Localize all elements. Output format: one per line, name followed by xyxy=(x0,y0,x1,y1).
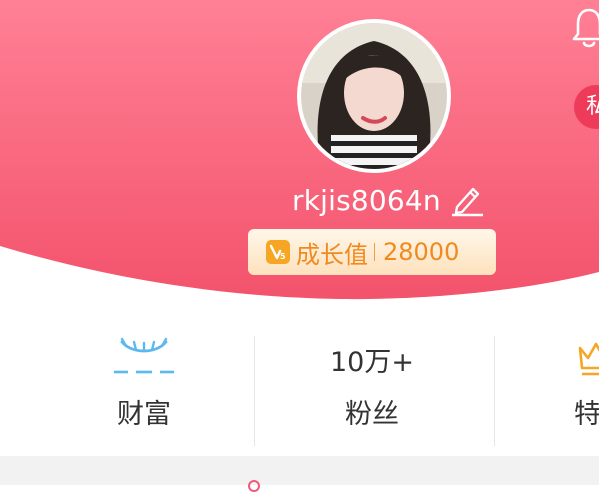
growth-value-badge[interactable]: 5 成长值 28000 xyxy=(248,229,496,275)
stat-divider xyxy=(494,336,495,446)
growth-separator xyxy=(374,243,375,261)
stat-privilege-label: 特 xyxy=(574,399,599,430)
stat-fans[interactable]: 10万+ 粉丝 xyxy=(258,318,486,448)
profile-header: rkjis8064n 5 成长值 28000 私 xyxy=(0,0,599,300)
sleepy-eye-icon xyxy=(114,337,174,374)
crown-icon xyxy=(578,342,599,376)
bell-icon[interactable] xyxy=(572,6,599,50)
stat-divider xyxy=(254,336,255,446)
growth-label: 成长值 xyxy=(296,240,368,269)
stats-row: 财富 10万+ 粉丝 特 xyxy=(0,318,599,448)
growth-value: 28000 xyxy=(383,238,460,266)
stat-wealth-label: 财富 xyxy=(117,399,171,430)
stat-privilege[interactable]: 特 xyxy=(500,318,599,448)
stat-wealth[interactable]: 财富 xyxy=(30,318,258,448)
username: rkjis8064n xyxy=(292,183,441,217)
username-row: rkjis8064n xyxy=(292,180,485,220)
avatar[interactable] xyxy=(297,19,451,173)
section-separator xyxy=(0,456,599,485)
avatar-photo xyxy=(301,23,447,169)
svg-text:5: 5 xyxy=(280,252,286,261)
edit-pencil-icon[interactable] xyxy=(449,183,485,217)
pink-ring-icon xyxy=(248,480,260,492)
stat-fans-value: 10万+ xyxy=(330,347,414,378)
stat-fans-label: 粉丝 xyxy=(345,399,399,430)
vip-level-icon: 5 xyxy=(266,240,290,264)
